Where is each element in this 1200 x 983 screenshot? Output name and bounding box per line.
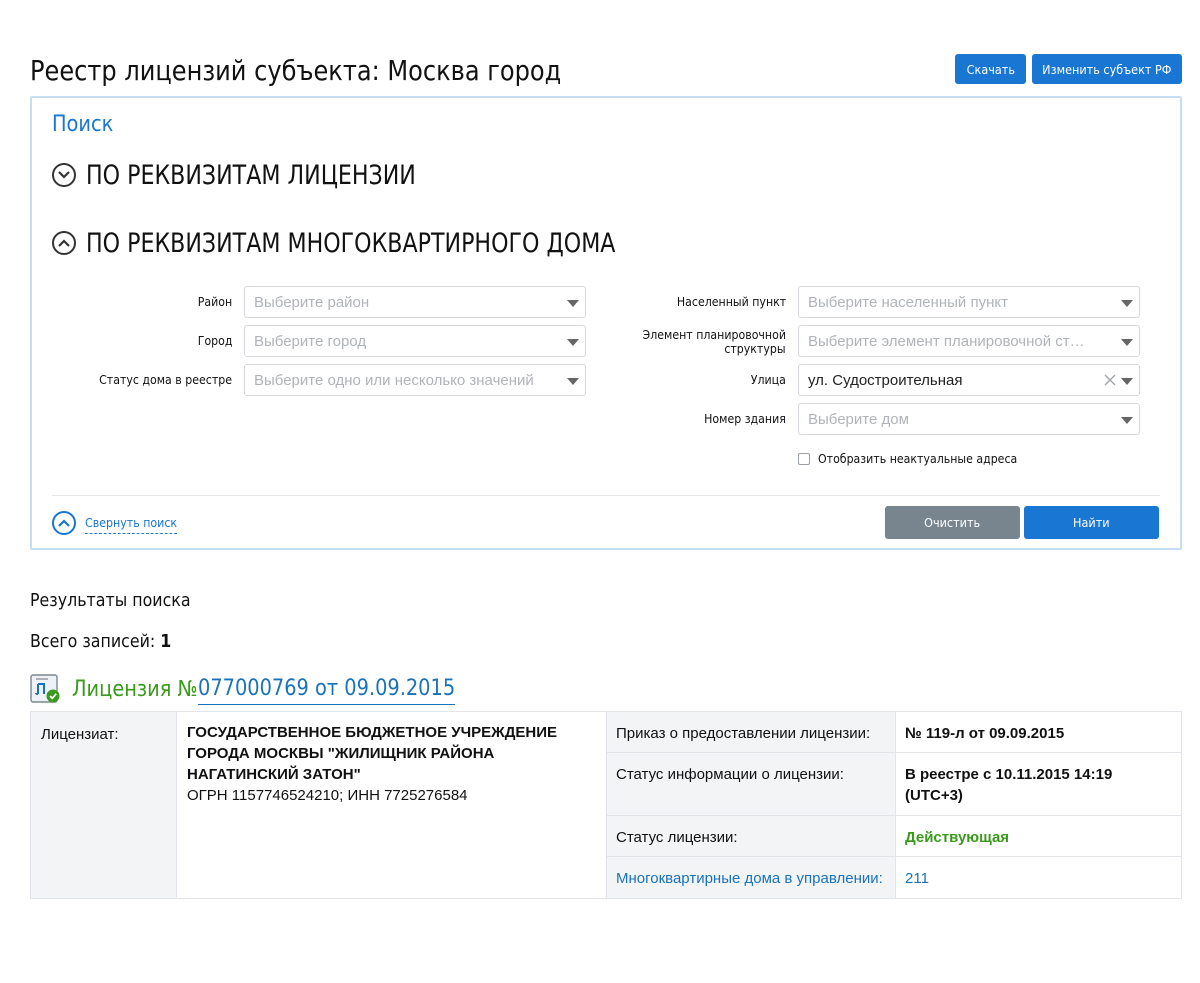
divider bbox=[52, 495, 1160, 496]
managed-houses-count-link[interactable]: 211 bbox=[895, 857, 1181, 898]
street-select[interactable]: ул. Судостроительная bbox=[798, 364, 1140, 396]
building-label: Номер здания bbox=[704, 411, 786, 426]
license-document-icon bbox=[30, 674, 60, 703]
locality-select[interactable]: Выберите населенный пункт bbox=[798, 286, 1140, 318]
section-license-toggle[interactable]: ПО РЕКВИЗИТАМ ЛИЦЕНЗИИ bbox=[52, 158, 488, 192]
house-status-placeholder: Выберите одно или несколько значений bbox=[254, 371, 534, 389]
show-outdated-checkbox[interactable] bbox=[798, 452, 810, 465]
records-total: Всего записей: 1 bbox=[30, 631, 171, 652]
order-label: Приказ о предоставлении лицензии: bbox=[607, 712, 895, 753]
section-license-label: ПО РЕКВИЗИТАМ ЛИЦЕНЗИИ bbox=[86, 159, 416, 191]
dropdown-arrow-icon bbox=[1121, 378, 1133, 385]
license-status-label: Статус лицензии: bbox=[607, 816, 895, 857]
license-details-table: Лицензиат: ГОСУДАРСТВЕННОЕ БЮДЖЕТНОЕ УЧР… bbox=[30, 711, 1182, 899]
locality-placeholder: Выберите населенный пункт bbox=[808, 293, 1008, 311]
street-value: ул. Судостроительная bbox=[808, 371, 963, 389]
district-label: Район bbox=[197, 294, 232, 309]
chevron-down-icon bbox=[52, 163, 76, 187]
licensee-label: Лицензиат: bbox=[31, 712, 176, 898]
licensee-value: ГОСУДАРСТВЕННОЕ БЮДЖЕТНОЕ УЧРЕЖДЕНИЕ ГОР… bbox=[176, 712, 607, 898]
planning-element-select[interactable]: Выберите элемент планировочной струк… bbox=[798, 325, 1140, 357]
licensee-ids: ОГРН 1157746524210; ИНН 7725276584 bbox=[187, 787, 468, 804]
page-title: Реестр лицензий субъекта: Москва город bbox=[30, 54, 562, 87]
dropdown-arrow-icon bbox=[567, 339, 579, 346]
license-header: Лицензия № bbox=[30, 673, 215, 705]
search-title: Поиск bbox=[52, 112, 114, 137]
planning-element-placeholder: Выберите элемент планировочной струк… bbox=[808, 332, 1091, 350]
city-label: Город bbox=[197, 333, 232, 348]
collapse-search-link[interactable]: Свернуть поиск bbox=[52, 511, 185, 535]
building-placeholder: Выберите дом bbox=[808, 410, 909, 428]
license-status-value: Действующая bbox=[895, 816, 1181, 857]
house-status-label: Статус дома в реестре bbox=[99, 372, 232, 387]
chevron-up-icon bbox=[52, 231, 76, 255]
collapse-search-label: Свернуть поиск bbox=[85, 516, 178, 534]
show-outdated-label: Отобразить неактуальные адреса bbox=[818, 451, 1018, 466]
dropdown-arrow-icon bbox=[1121, 300, 1133, 307]
chevron-up-icon bbox=[52, 511, 76, 535]
building-select[interactable]: Выберите дом bbox=[798, 403, 1140, 435]
street-label: Улица bbox=[750, 372, 786, 387]
city-placeholder: Выберите город bbox=[254, 332, 367, 350]
find-button-label: Найти bbox=[1073, 515, 1110, 530]
records-total-label: Всего записей: bbox=[30, 631, 156, 652]
info-status-value: В реестре с 10.11.2015 14:19 (UTC+3) bbox=[895, 753, 1181, 816]
download-button-label: Скачать bbox=[966, 61, 1015, 77]
managed-houses-link[interactable]: Многоквартирные дома в управлении: bbox=[607, 857, 895, 898]
search-panel: Поиск ПО РЕКВИЗИТАМ ЛИЦЕНЗИИ ПО РЕКВИЗИТ… bbox=[30, 96, 1182, 550]
license-prefix: Лицензия № bbox=[72, 676, 198, 702]
dropdown-arrow-icon bbox=[567, 300, 579, 307]
district-placeholder: Выберите район bbox=[254, 293, 370, 311]
dropdown-arrow-icon bbox=[1121, 339, 1133, 346]
info-status-label: Статус информации о лицензии: bbox=[607, 753, 895, 816]
dropdown-arrow-icon bbox=[567, 378, 579, 385]
change-subject-button[interactable]: Изменить субъект РФ bbox=[1032, 54, 1182, 84]
change-subject-button-label: Изменить субъект РФ bbox=[1042, 61, 1172, 77]
download-button[interactable]: Скачать bbox=[955, 54, 1026, 84]
show-outdated-toggle[interactable]: Отобразить неактуальные адреса bbox=[798, 451, 1044, 466]
district-select[interactable]: Выберите район bbox=[244, 286, 586, 318]
results-title: Результаты поиска bbox=[30, 590, 191, 611]
dropdown-arrow-icon bbox=[1121, 417, 1133, 424]
records-total-count: 1 bbox=[160, 631, 172, 652]
license-number-link[interactable]: 077000769 от 09.09.2015 bbox=[198, 673, 456, 705]
clear-icon[interactable] bbox=[1103, 373, 1117, 387]
planning-element-label: Элемент планировочной структуры bbox=[642, 327, 786, 356]
city-select[interactable]: Выберите город bbox=[244, 325, 586, 357]
licensee-name: ГОСУДАРСТВЕННОЕ БЮДЖЕТНОЕ УЧРЕЖДЕНИЕ ГОР… bbox=[187, 724, 557, 783]
order-value: № 119-л от 09.09.2015 bbox=[895, 712, 1181, 753]
house-status-select[interactable]: Выберите одно или несколько значений bbox=[244, 364, 586, 396]
clear-button[interactable]: Очистить bbox=[885, 506, 1020, 539]
find-button[interactable]: Найти bbox=[1024, 506, 1159, 539]
section-house-toggle[interactable]: ПО РЕКВИЗИТАМ МНОГОКВАРТИРНОГО ДОМА bbox=[52, 226, 732, 260]
clear-button-label: Очистить bbox=[924, 515, 981, 530]
locality-label: Населенный пункт bbox=[676, 294, 786, 309]
section-house-label: ПО РЕКВИЗИТАМ МНОГОКВАРТИРНОГО ДОМА bbox=[86, 227, 616, 259]
